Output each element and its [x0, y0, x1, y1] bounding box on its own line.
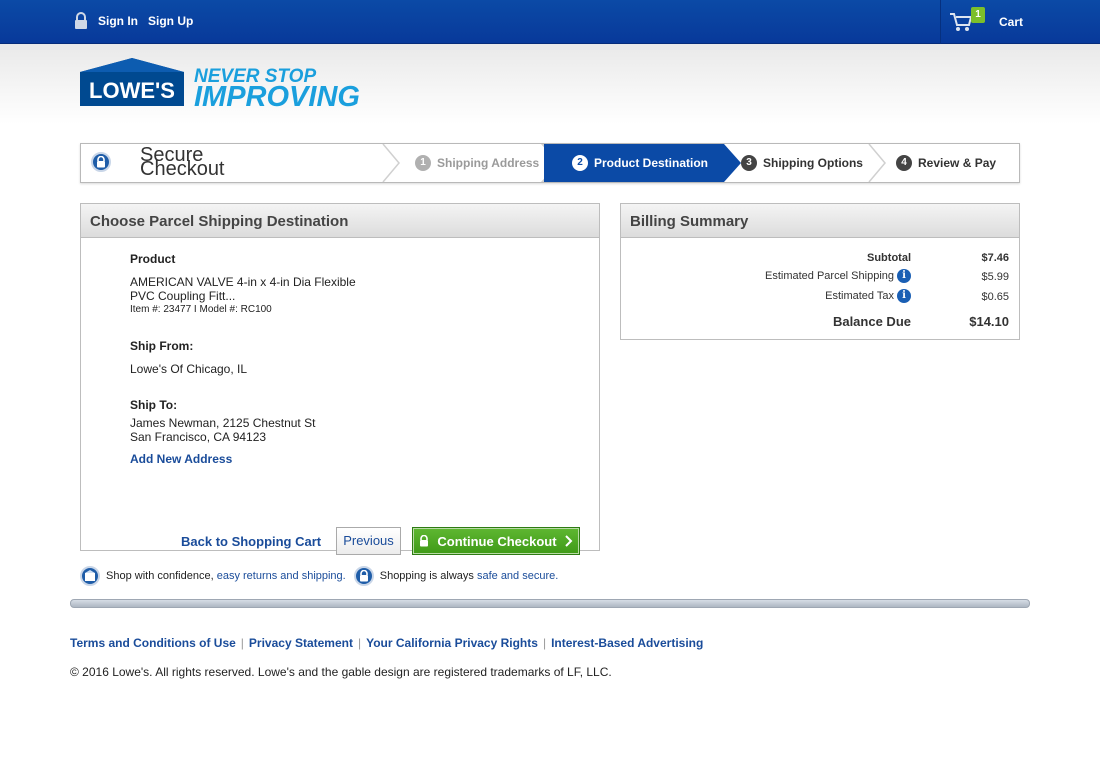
lowes-logo[interactable]: LOWE'S NEVER STOP IMPROVING [80, 58, 380, 113]
lock-icon [74, 12, 88, 30]
product-ids: Item #: 23477 I Model #: RC100 [130, 304, 272, 315]
ship-to-line2: San Francisco, CA 94123 [130, 430, 267, 444]
svg-text:IMPROVING: IMPROVING [194, 81, 360, 108]
svg-text:LOWE'S: LOWE'S [89, 78, 175, 103]
privacy-link[interactable]: Privacy Statement [249, 636, 353, 650]
step-label: Shipping Options [763, 156, 863, 170]
step-number: 1 [415, 155, 431, 171]
cart-label: Cart [999, 15, 1024, 29]
continue-checkout-button[interactable]: Continue Checkout [412, 527, 580, 555]
checkout-steps: Secure Checkout 1 Shipping Address 2 Pro… [80, 143, 1020, 183]
step-shipping-options[interactable]: 3 Shipping Options [741, 144, 871, 182]
chevron-right-icon [564, 535, 572, 547]
ship-to-label: Ship To: [130, 398, 178, 412]
sign-in-link[interactable]: Sign In [98, 14, 138, 28]
secure-checkout-title: Secure Checkout [91, 145, 225, 179]
terms-link[interactable]: Terms and Conditions of Use [70, 636, 236, 650]
box-icon [80, 566, 100, 586]
tax-row: Estimated Tax i [825, 289, 911, 303]
subtotal-label: Subtotal [867, 252, 911, 264]
shipping-value: $5.99 [981, 271, 1009, 283]
info-icon[interactable]: i [897, 289, 911, 303]
step-product-destination[interactable]: 2 Product Destination [544, 144, 724, 182]
divider [70, 599, 1030, 608]
step-active-arrow-icon [724, 144, 741, 182]
top-bar: Sign In Sign Up 1 Cart [0, 0, 1100, 44]
ship-from-label: Ship From: [130, 339, 194, 353]
lock-icon [353, 566, 374, 586]
panel-heading: Billing Summary [621, 204, 1019, 238]
balance-label: Balance Due [833, 314, 911, 329]
subtotal-value: $7.46 [981, 252, 1009, 264]
step-number: 3 [741, 155, 757, 171]
cart-count-badge: 1 [971, 7, 985, 23]
previous-button[interactable]: Previous [336, 527, 401, 555]
auth-links: Sign In Sign Up [74, 12, 193, 30]
shipping-label: Estimated Parcel Shipping [764, 270, 894, 282]
step-divider-icon [868, 144, 886, 182]
ship-from-value: Lowe's Of Chicago, IL [130, 362, 248, 376]
add-new-address-link[interactable]: Add New Address [130, 452, 232, 466]
confidence-bar: Shop with confidence, easy returns and s… [80, 566, 558, 586]
safe-secure-link[interactable]: safe and secure. [477, 570, 558, 582]
footer-links: Terms and Conditions of Use | Privacy Sta… [70, 636, 704, 650]
cart-icon: 1 [949, 7, 985, 33]
copyright: © 2016 Lowe's. All rights reserved. Lowe… [70, 665, 612, 679]
product-label: Product [130, 252, 176, 266]
secure-text: Shopping is always [379, 570, 474, 582]
balance-value: $14.10 [969, 314, 1009, 329]
subtotal-label-text: Subtotal [867, 252, 911, 264]
step-number: 4 [896, 155, 912, 171]
sign-up-link[interactable]: Sign Up [148, 14, 193, 28]
interest-ads-link[interactable]: Interest-Based Advertising [551, 636, 703, 650]
step-number: 2 [572, 155, 588, 171]
product-name-line2: PVC Coupling Fitt... [130, 289, 236, 303]
cart-link[interactable]: 1 Cart [940, 0, 1100, 44]
step-label: Product Destination [594, 156, 709, 170]
back-to-cart-link[interactable]: Back to Shopping Cart [181, 534, 321, 549]
tax-label: Estimated Tax [825, 290, 894, 302]
lock-icon [91, 152, 111, 172]
ship-to-line1: James Newman, 2125 Chestnut St [130, 416, 316, 430]
step-shipping-address[interactable]: 1 Shipping Address [411, 144, 541, 182]
lock-icon [420, 535, 429, 547]
step-label: Review & Pay [918, 156, 997, 170]
step-divider-icon [382, 144, 400, 182]
continue-checkout-label: Continue Checkout [437, 533, 557, 549]
balance-label-text: Balance Due [832, 314, 911, 329]
shipping-destination-panel: Choose Parcel Shipping Destination Produ… [80, 203, 600, 555]
billing-summary-panel: Billing Summary Subtotal $7.46 Estimated… [620, 203, 1020, 340]
tax-value: $0.65 [981, 291, 1009, 303]
returns-shipping-link[interactable]: easy returns and shipping. [217, 570, 346, 582]
step-label: Shipping Address [437, 156, 540, 170]
confidence-text: Shop with confidence, [106, 570, 214, 582]
panel-heading: Choose Parcel Shipping Destination [81, 204, 599, 238]
secure-checkout-label: Secure Checkout [140, 144, 225, 180]
shipping-row: Estimated Parcel Shipping i [765, 269, 911, 283]
step-review-pay[interactable]: 4 Review & Pay [896, 144, 1016, 182]
header: LOWE'S NEVER STOP IMPROVING [0, 44, 1100, 124]
california-privacy-link[interactable]: Your California Privacy Rights [366, 636, 538, 650]
product-name-line1: AMERICAN VALVE 4-in x 4-in Dia Flexible [130, 275, 356, 289]
info-icon[interactable]: i [897, 269, 911, 283]
